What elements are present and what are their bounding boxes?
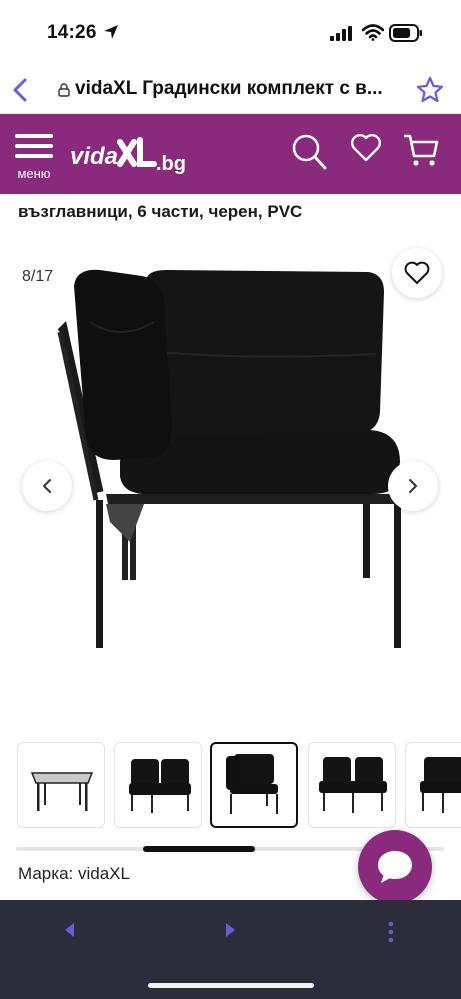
chevron-left-icon (43, 479, 51, 493)
wishlist-button[interactable] (392, 248, 442, 298)
thumbnail-chair-partial[interactable] (405, 742, 461, 828)
site-header: меню vida .bg (0, 114, 461, 194)
chat-button[interactable] (358, 830, 432, 904)
thumbnail-corner-chair-side[interactable] (210, 742, 298, 828)
status-bar: 14:26 (0, 0, 461, 66)
back-chevron-icon[interactable] (8, 76, 32, 104)
product-image-corner-chair[interactable] (50, 262, 420, 662)
url-text[interactable]: vidaXL Градински комплект с в... (75, 78, 405, 100)
hamburger-bar (15, 154, 53, 158)
location-arrow-icon (104, 25, 118, 39)
lock-icon (58, 83, 70, 97)
search-icon[interactable] (290, 132, 328, 172)
chat-bubble-icon (378, 851, 412, 883)
product-title: възглавници, 6 части, черен, PVC (0, 194, 461, 228)
vidaxl-logo[interactable]: vida .bg (70, 132, 188, 178)
heart-icon[interactable] (350, 132, 382, 164)
gallery-next-button[interactable] (388, 461, 438, 511)
heart-icon (404, 261, 430, 284)
back-arrow-icon[interactable] (62, 920, 76, 940)
status-time: 14:26 (47, 22, 97, 43)
hamburger-bar (15, 144, 53, 148)
browser-address-bar: vidaXL Градински комплект с в... (0, 66, 461, 114)
battery-icon (389, 24, 422, 42)
thumbnail-strip (0, 740, 461, 832)
product-title-text: възглавници, 6 части, черен, PVC (18, 202, 303, 221)
home-indicator[interactable] (148, 983, 314, 988)
hamburger-icon (15, 134, 53, 138)
menu-button[interactable]: меню (12, 132, 56, 182)
thumbnail-corner-chair-front[interactable] (114, 742, 202, 828)
cart-icon[interactable] (402, 132, 440, 170)
thumbnail-scrollbar-thumb[interactable] (143, 846, 255, 852)
chevron-right-icon (409, 479, 417, 493)
more-options-icon[interactable] (386, 920, 396, 944)
thumbnail-glass-table[interactable] (17, 742, 105, 828)
thumbnail-corner-chairs-pair[interactable] (308, 742, 396, 828)
menu-label: меню (17, 166, 51, 181)
brand-label[interactable]: Марка: vidaXL (18, 864, 130, 884)
svg-text:vida: vida (70, 143, 118, 170)
forward-arrow-icon[interactable] (224, 920, 238, 940)
image-counter: 8/17 (22, 268, 54, 285)
svg-text:.bg: .bg (156, 153, 186, 175)
bookmark-star-icon[interactable] (415, 75, 445, 105)
gallery-prev-button[interactable] (22, 461, 72, 511)
cellular-signal-icon (330, 26, 352, 41)
wifi-icon (362, 24, 384, 41)
